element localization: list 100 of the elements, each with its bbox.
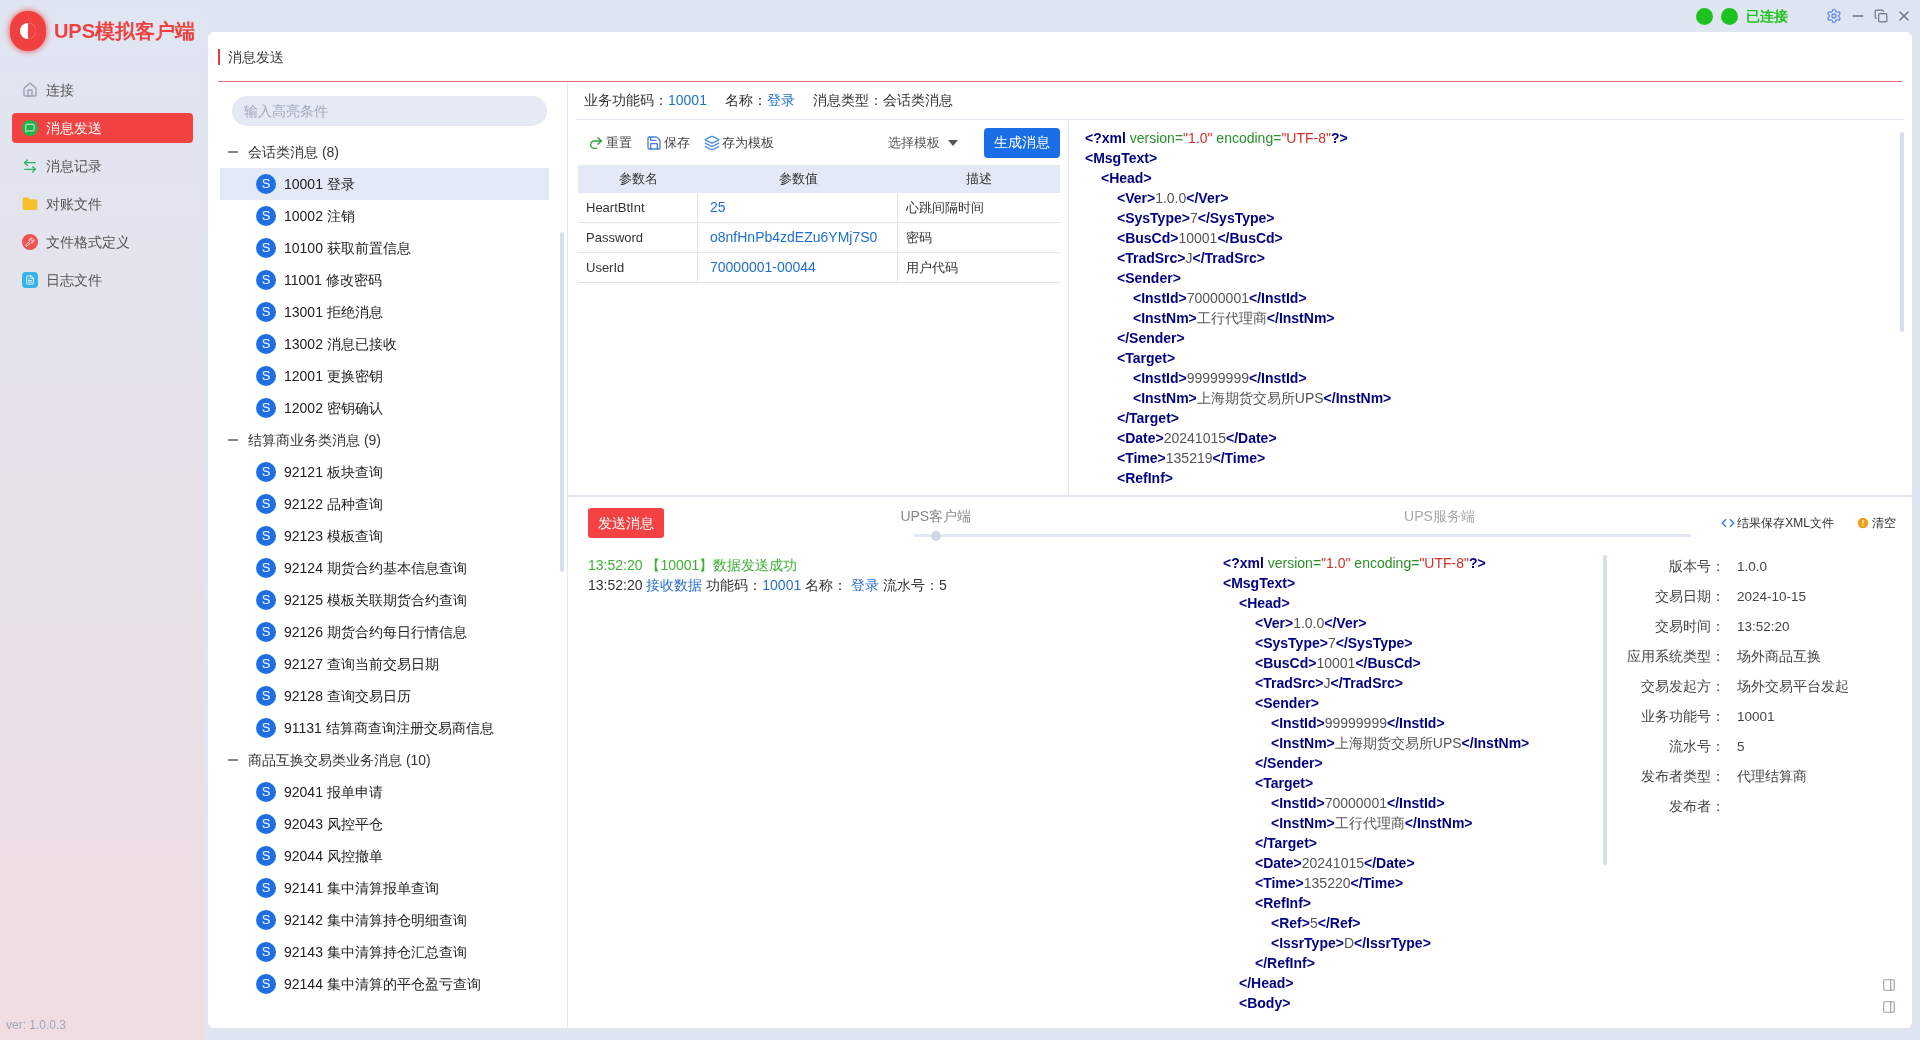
xml-line: <Head>	[1101, 169, 1152, 188]
xml-line: <RefInf>	[1117, 469, 1173, 488]
tree-item[interactable]: S 92141 集中清算报单查询	[220, 872, 549, 904]
detail-value: 10001	[1737, 707, 1775, 726]
xml-line: <InstNm>上海期货交易所UPS</InstNm>	[1271, 734, 1530, 753]
settings-icon[interactable]	[1826, 8, 1842, 24]
param-value-field[interactable]: 70000001-00044	[702, 257, 893, 278]
toolbar-button[interactable]: 存为模板	[704, 132, 774, 153]
tree-group-label[interactable]: 结算商业务类消息 (9)	[248, 429, 381, 451]
xml-line: <Sender>	[1255, 694, 1319, 713]
xml-line: <Date>20241015</Date>	[1117, 429, 1277, 448]
table-cell-text: 密码	[905, 228, 933, 247]
chat-icon	[22, 120, 38, 136]
tree-item[interactable]: S 92043 风控平仓	[220, 808, 549, 840]
table-cell: UserId	[578, 253, 698, 282]
tree-item[interactable]: S 92044 风控撤单	[220, 840, 549, 872]
tree-item[interactable]: S 10100 获取前置信息	[220, 232, 549, 264]
search-field[interactable]: 输入高亮条件	[232, 96, 547, 126]
tree-item[interactable]: S 92124 期货合约基本信息查询	[220, 552, 549, 584]
scrollbar[interactable]	[1603, 555, 1607, 865]
toolbar-button[interactable]: 重置	[588, 132, 632, 153]
param-value-field[interactable]: o8nfHnPb4zdEZu6YMj7S0	[702, 227, 893, 248]
tree-item[interactable]: S 92126 期货合约每日行情信息	[220, 616, 549, 648]
panel-toggle-icon[interactable]	[1882, 1000, 1896, 1014]
scrollbar[interactable]	[560, 232, 564, 572]
log-icon	[22, 272, 38, 288]
version-label: ver: 1.0.0.3	[6, 1017, 67, 1034]
tree-group-label[interactable]: 商品互换交易类业务消息 (10)	[248, 749, 431, 771]
log-line: 13:52:20 【10001】数据发送成功	[588, 556, 799, 575]
tree-item[interactable]: S 92127 查询当前交易日期	[220, 648, 549, 680]
xml-line: <Ver>1.0.0</Ver>	[1255, 614, 1367, 633]
xml-line: <MsgText>	[1085, 149, 1158, 168]
detail-value: 2024-10-15	[1737, 587, 1807, 606]
nav-item[interactable]: 消息发送	[12, 113, 193, 143]
tree-item[interactable]: S 92041 报单申请	[220, 776, 549, 808]
detail-value: 5	[1737, 737, 1745, 756]
detail-value: 1.0.0	[1737, 557, 1768, 576]
tree-item[interactable]: S 92143 集中清算持仓汇总查询	[220, 936, 549, 968]
tree-item[interactable]: S 11001 修改密码	[220, 264, 549, 296]
wrench-icon	[22, 234, 38, 250]
tree-group-label[interactable]: 会话类消息 (8)	[248, 141, 339, 163]
tree-item[interactable]: S 10002 注销	[220, 200, 549, 232]
column-header: 参数值	[698, 165, 898, 193]
tree-item[interactable]: S 13002 消息已接收	[220, 328, 549, 360]
tree-item[interactable]: S 12001 更换密钥	[220, 360, 549, 392]
nav-item[interactable]: 日志文件	[12, 265, 193, 295]
tree-item[interactable]: S 92128 查询交易日历	[220, 680, 549, 712]
tree-item[interactable]: S 92122 品种查询	[220, 488, 549, 520]
xml-line: <InstId>70000001</InstId>	[1133, 289, 1307, 308]
tree-item[interactable]: S 10001 登录	[220, 168, 549, 200]
tree-item[interactable]: S 92142 集中清算持仓明细查询	[220, 904, 549, 936]
template-select[interactable]: 选择模板	[888, 132, 958, 153]
result-action-button[interactable]: 清空	[1856, 514, 1896, 532]
scrollbar[interactable]	[1900, 132, 1904, 332]
xml-line: <InstNm>工行代理商</InstNm>	[1133, 309, 1335, 328]
xml-line: <TradSrc>J</TradSrc>	[1117, 249, 1265, 268]
generate-message-button[interactable]: 生成消息	[984, 127, 1060, 158]
save-icon	[646, 134, 662, 151]
toolbar-button[interactable]: 保存	[646, 132, 690, 153]
xml-line: <SysType>7</SysType>	[1117, 209, 1275, 228]
param-value-field[interactable]: 25	[702, 197, 893, 218]
nav-item[interactable]: 连接	[12, 75, 193, 105]
xml-line: <Target>	[1255, 774, 1314, 793]
page-title: 消息发送	[218, 48, 284, 65]
xml-line: <BusCd>10001</BusCd>	[1117, 229, 1283, 248]
swap-icon	[22, 158, 38, 174]
detail-label: 交易日期：	[1654, 587, 1725, 606]
xml-line: <Target>	[1117, 349, 1176, 368]
panel-toggle-icon[interactable]	[1882, 978, 1896, 992]
tree-item[interactable]: S 92121 板块查询	[220, 456, 549, 488]
app-logo-icon	[10, 11, 46, 51]
xml-line: </Sender>	[1117, 329, 1185, 348]
nav-item[interactable]: 文件格式定义	[12, 227, 193, 257]
xml-line: <SysType>7</SysType>	[1255, 634, 1413, 653]
tree-item[interactable]: S 92125 模板关联期货合约查询	[220, 584, 549, 616]
tree-item[interactable]: S 13001 拒绝消息	[220, 296, 549, 328]
info-field: 消息类型：会话类消息	[812, 90, 953, 111]
table-cell: HeartBtInt	[578, 193, 698, 222]
result-action-button[interactable]: 结果保存XML文件	[1721, 514, 1834, 532]
tree-item[interactable]: S 92123 模板查询	[220, 520, 549, 552]
nav-item[interactable]: 消息记录	[12, 151, 193, 181]
redo-icon	[588, 134, 604, 151]
detail-label: 发布者类型：	[1640, 767, 1725, 786]
table-cell: Password	[578, 223, 698, 252]
detail-value: 代理结算商	[1737, 767, 1807, 786]
detail-label: 交易时间：	[1654, 617, 1725, 636]
column-header: 参数名	[578, 165, 698, 193]
tree-item[interactable]: S 92144 集中清算的平仓盈亏查询	[220, 968, 549, 1000]
xml-line: <BusCd>10001</BusCd>	[1255, 654, 1421, 673]
nav-item[interactable]: 对账文件	[12, 189, 193, 219]
xml-line: <InstId>70000001</InstId>	[1271, 794, 1445, 813]
xml-line: </Target>	[1255, 834, 1317, 853]
restore-icon[interactable]	[1874, 9, 1888, 23]
xml-line: </Sender>	[1255, 754, 1323, 773]
tree-item[interactable]: S 12002 密钥确认	[220, 392, 549, 424]
channel-tab[interactable]: UPS客户端	[684, 505, 1188, 541]
column-header: 描述	[898, 165, 1060, 193]
log-line: 13:52:20 接收数据 功能码：10001 名称： 登录 流水号：5	[588, 576, 948, 595]
send-message-button[interactable]: 发送消息	[588, 508, 664, 538]
tree-item[interactable]: S 91131 结算商查询注册交易商信息	[220, 712, 549, 744]
